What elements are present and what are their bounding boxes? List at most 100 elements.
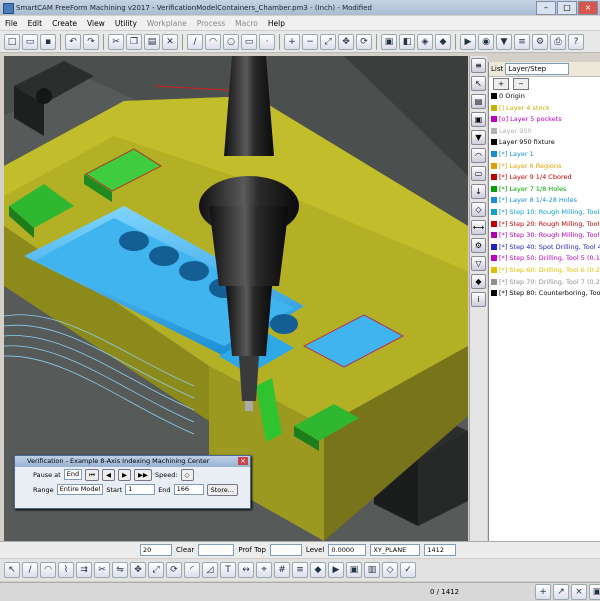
snap-icon[interactable]: ⌖ xyxy=(256,562,272,578)
offset-icon[interactable]: ⇉ xyxy=(76,562,92,578)
point-icon[interactable]: · xyxy=(259,33,275,50)
color-icon[interactable]: ◆ xyxy=(471,274,486,289)
verify-tool-icon[interactable]: ▶ xyxy=(328,562,344,578)
prof-field[interactable] xyxy=(269,544,302,556)
save-icon[interactable]: ▪ xyxy=(40,33,56,50)
arrow-icon[interactable]: ↗ xyxy=(553,584,569,600)
list-item[interactable]: [*] Step 50: Drilling, Tool 5 (0.1250 Di… xyxy=(489,253,600,265)
measure-icon[interactable]: ⟷ xyxy=(471,220,486,235)
info-icon[interactable]: i xyxy=(471,292,486,307)
zoom-out-icon[interactable]: − xyxy=(302,33,318,50)
list-item[interactable]: [o] Layer 5 pockets xyxy=(489,114,600,126)
mirror-icon[interactable]: ⇋ xyxy=(112,562,128,578)
view-front-icon[interactable]: ◧ xyxy=(399,33,415,50)
step-back-icon[interactable]: ◀ xyxy=(101,468,115,481)
undo-icon[interactable]: ↶ xyxy=(65,33,81,50)
start-input[interactable]: 1 xyxy=(125,484,156,495)
list-mode-select[interactable]: Layer/Step xyxy=(505,63,570,75)
verify-icon[interactable]: ▶ xyxy=(460,33,476,50)
status-icon[interactable]: ▣ xyxy=(589,584,600,600)
text-icon[interactable]: T xyxy=(220,562,236,578)
menu-utility[interactable]: Utility xyxy=(110,19,142,28)
list-item[interactable]: [*] Step 40: Spot Drilling, Tool 4 (0.25… xyxy=(489,242,600,254)
check-icon[interactable]: ✓ xyxy=(400,562,416,578)
pan-icon[interactable]: ✥ xyxy=(338,33,354,50)
menu-file[interactable]: File xyxy=(0,19,23,28)
line-tool-icon[interactable]: / xyxy=(22,562,38,578)
list-item[interactable]: [*] Layer 7 1/8 Holes xyxy=(489,184,600,196)
zoom-fit-icon[interactable]: ⤢ xyxy=(320,33,336,50)
fillet-icon[interactable]: ◜ xyxy=(184,562,200,578)
cut-icon[interactable]: ✂ xyxy=(108,33,124,50)
collapse-button[interactable]: − xyxy=(513,78,529,90)
level-field[interactable]: 0.0000 xyxy=(328,544,367,556)
dimension-icon[interactable]: ↔ xyxy=(238,562,254,578)
plane-field[interactable]: XY_PLANE xyxy=(370,544,421,556)
circle-icon[interactable]: ○ xyxy=(223,33,239,50)
delete-icon[interactable]: ✕ xyxy=(162,33,178,50)
list-item[interactable]: [*] Step 70: Drilling, Tool 7 (0.2500 Di… xyxy=(489,277,600,289)
tool-icon[interactable]: ▼ xyxy=(471,130,486,145)
paste-icon[interactable]: ▤ xyxy=(144,33,160,50)
drill-icon[interactable]: ↓ xyxy=(471,184,486,199)
menu-create[interactable]: Create xyxy=(47,19,82,28)
move-icon[interactable]: ✥ xyxy=(130,562,146,578)
gear-icon[interactable]: ⚙ xyxy=(471,238,486,253)
minimize-button[interactable]: – xyxy=(536,1,556,15)
simulate-icon[interactable]: ◉ xyxy=(478,33,494,50)
expand-button[interactable]: + xyxy=(493,78,509,90)
rewind-icon[interactable]: ⏮ xyxy=(85,468,99,481)
arc-tool-icon[interactable]: ◠ xyxy=(40,562,56,578)
polyline-icon[interactable]: ⌇ xyxy=(58,562,74,578)
line-icon[interactable]: / xyxy=(187,33,203,50)
count-field[interactable]: 1412 xyxy=(424,544,457,556)
trim-icon[interactable]: ✂ xyxy=(94,562,110,578)
tool-icon[interactable]: ▼ xyxy=(496,33,512,50)
list-item[interactable]: [*] Layer 9 1/4 Cbored xyxy=(489,172,600,184)
end-input[interactable]: 166 xyxy=(173,484,204,495)
settings-icon[interactable]: ⚙ xyxy=(532,33,548,50)
step-icon[interactable]: ▣ xyxy=(471,112,486,127)
menu-edit[interactable]: Edit xyxy=(23,19,48,28)
rectangle-icon[interactable]: ▭ xyxy=(241,33,257,50)
rotate-icon[interactable]: ⟳ xyxy=(356,33,372,50)
menu-help[interactable]: Help xyxy=(263,19,290,28)
list-item[interactable]: 0 Origin xyxy=(489,91,600,103)
fixture-icon[interactable]: ▥ xyxy=(364,562,380,578)
close-icon[interactable]: × xyxy=(238,457,248,465)
step-forward-icon[interactable]: ▶▶ xyxy=(133,468,152,481)
speed-slider[interactable]: ◇ xyxy=(180,468,194,481)
menu-macro[interactable]: Macro xyxy=(230,19,263,28)
pocket-icon[interactable]: ▭ xyxy=(471,166,486,181)
clear-field[interactable] xyxy=(198,544,235,556)
layer-icon[interactable]: ▤ xyxy=(471,94,486,109)
plus-icon[interactable]: + xyxy=(535,584,551,600)
list-item[interactable]: [] Layer 4 stock xyxy=(489,103,600,115)
list-item[interactable]: Layer 950 fixture xyxy=(489,137,600,149)
arc-icon[interactable]: ◠ xyxy=(205,33,221,50)
close-button[interactable]: × xyxy=(578,1,598,15)
zoom-in-icon[interactable]: + xyxy=(284,33,300,50)
grid-icon[interactable]: # xyxy=(274,562,290,578)
menu-view[interactable]: View xyxy=(82,19,110,28)
list-item[interactable]: [*] Step 20: Rough Milling, Tool 2 (0.2 xyxy=(489,219,600,231)
scale-icon[interactable]: ⤢ xyxy=(148,562,164,578)
list-item[interactable]: [*] Step 10: Rough Milling, Tool 1 (0.3 xyxy=(489,207,600,219)
maximize-button[interactable]: □ xyxy=(557,1,577,15)
shade-icon[interactable]: ◆ xyxy=(435,33,451,50)
redo-icon[interactable]: ↷ xyxy=(83,33,99,50)
layer-tool-icon[interactable]: ≡ xyxy=(292,562,308,578)
range-select[interactable]: Entire Model xyxy=(56,484,104,495)
stock-icon[interactable]: ▣ xyxy=(346,562,362,578)
open-file-icon[interactable]: ▭ xyxy=(22,33,38,50)
list-item[interactable]: [*] Step 30: Rough Milling, Tool 3 (0.1 xyxy=(489,230,600,242)
play-icon[interactable]: ▶ xyxy=(117,468,131,481)
plane-icon[interactable]: ◇ xyxy=(382,562,398,578)
value-field[interactable]: 20 xyxy=(140,544,172,556)
list-item[interactable]: [*] Layer 6 Regions xyxy=(489,161,600,173)
profile-icon[interactable]: ◠ xyxy=(471,148,486,163)
rotate-tool-icon[interactable]: ⟳ xyxy=(166,562,182,578)
pause-select[interactable]: End xyxy=(63,469,83,480)
list-item[interactable]: [*] Step 80: Counterboring, Tool 8 ( xyxy=(489,288,600,300)
menu-process[interactable]: Process xyxy=(192,19,230,28)
